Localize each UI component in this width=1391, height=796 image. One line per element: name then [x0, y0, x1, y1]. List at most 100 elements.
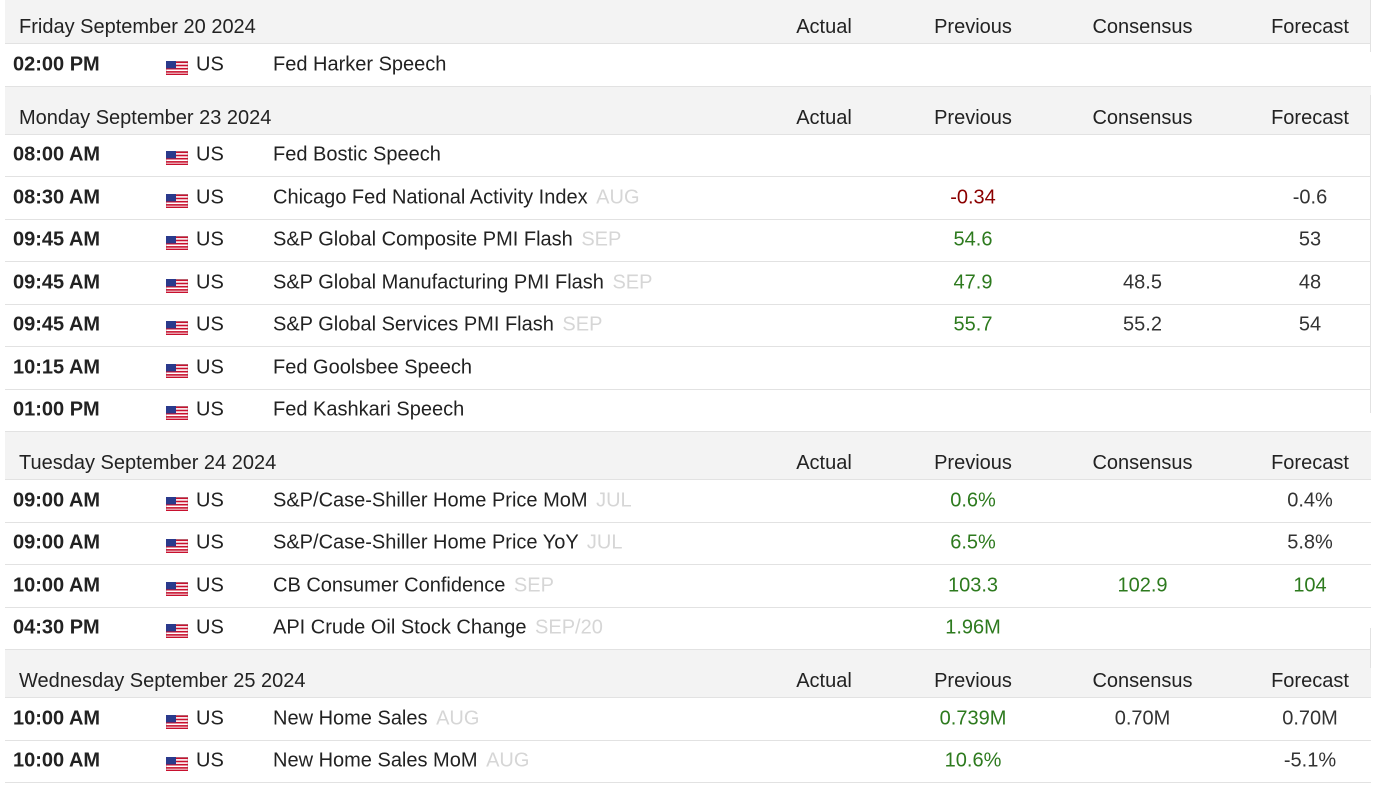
- event-name-link[interactable]: S&P Global Services PMI Flash: [273, 314, 554, 336]
- col-header-consensus[interactable]: Consensus: [1065, 452, 1220, 475]
- event-time: 09:45 AM: [13, 313, 101, 336]
- event-name-link[interactable]: S&P/Case-Shiller Home Price YoY: [273, 532, 578, 554]
- event-name-link[interactable]: S&P/Case-Shiller Home Price MoM: [273, 489, 588, 511]
- col-header-forecast[interactable]: Forecast: [1230, 452, 1390, 475]
- event-name-link[interactable]: Fed Harker Speech: [273, 53, 446, 75]
- event-row[interactable]: 01:00 PM US Fed Kashkari Speech: [5, 389, 1371, 432]
- reference-period: AUG: [596, 186, 640, 209]
- event-time: 10:00 AM: [13, 574, 101, 597]
- event-name-cell: S&P Global Services PMI Flash SEP: [273, 314, 602, 337]
- country-code: US: [196, 271, 224, 294]
- event-name-cell: S&P/Case-Shiller Home Price MoM JUL: [273, 489, 632, 512]
- event-time: 10:00 AM: [13, 707, 101, 730]
- event-row[interactable]: 04:30 PM US API Crude Oil Stock Change SE…: [5, 607, 1371, 650]
- us-flag-icon: [165, 536, 189, 554]
- previous-value: 55.7: [953, 313, 993, 336]
- country-code: US: [196, 616, 224, 639]
- us-flag-icon: [165, 318, 189, 336]
- us-flag-icon: [165, 754, 189, 772]
- reference-period: SEP/20: [535, 616, 603, 639]
- event-time: 04:30 PM: [13, 616, 100, 639]
- col-header-forecast[interactable]: Forecast: [1230, 16, 1390, 39]
- event-name-cell: API Crude Oil Stock Change SEP/20: [273, 617, 603, 640]
- us-flag-icon: [165, 403, 189, 421]
- reference-period: AUG: [436, 707, 480, 730]
- us-flag-icon: [165, 621, 189, 639]
- event-name-cell: S&P Global Manufacturing PMI Flash SEP: [273, 271, 653, 294]
- event-row[interactable]: 10:00 AM US New Home Sales AUG 0.739M 0.70M…: [5, 698, 1371, 741]
- event-name-link[interactable]: S&P Global Manufacturing PMI Flash: [273, 271, 604, 293]
- col-header-actual[interactable]: Actual: [745, 452, 903, 475]
- event-name-cell: New Home Sales MoM AUG: [273, 750, 529, 773]
- event-time: 02:00 PM: [13, 53, 100, 76]
- event-name-link[interactable]: Chicago Fed National Activity Index: [273, 186, 588, 208]
- col-header-forecast[interactable]: Forecast: [1230, 670, 1390, 693]
- event-name-link[interactable]: API Crude Oil Stock Change: [273, 617, 526, 639]
- event-name-cell: CB Consumer Confidence SEP: [273, 574, 554, 597]
- event-row[interactable]: 09:45 AM US S&P Global Composite PMI Flas…: [5, 219, 1371, 262]
- col-header-consensus[interactable]: Consensus: [1065, 670, 1220, 693]
- event-row[interactable]: 10:00 AM US New Home Sales MoM AUG 10.6% -5…: [5, 740, 1371, 783]
- previous-value: 0.739M: [939, 707, 1007, 730]
- col-header-consensus[interactable]: Consensus: [1065, 16, 1220, 39]
- us-flag-icon: [165, 233, 189, 251]
- country-code: US: [196, 228, 224, 251]
- reference-period: SEP: [513, 574, 554, 597]
- us-flag-icon: [165, 148, 189, 166]
- col-header-actual[interactable]: Actual: [745, 107, 903, 130]
- event-row[interactable]: 10:15 AM US Fed Goolsbee Speech: [5, 347, 1371, 390]
- event-time: 08:30 AM: [13, 186, 101, 209]
- forecast-value: 53: [1298, 228, 1322, 251]
- event-name-link[interactable]: Fed Goolsbee Speech: [273, 356, 472, 378]
- us-flag-icon: [165, 276, 189, 294]
- event-row[interactable]: 09:00 AM US S&P/Case-Shiller Home Price Y…: [5, 522, 1371, 565]
- event-row[interactable]: 09:45 AM US S&P Global Manufacturing PMI …: [5, 262, 1371, 305]
- reference-period: JUL: [596, 489, 632, 512]
- country-code: US: [196, 531, 224, 554]
- scrollbar-track[interactable]: [1370, 0, 1391, 796]
- col-header-previous[interactable]: Previous: [895, 107, 1051, 130]
- reference-period: SEP: [612, 271, 653, 294]
- col-header-actual[interactable]: Actual: [745, 16, 903, 39]
- event-name-cell: S&P Global Composite PMI Flash SEP: [273, 229, 621, 252]
- event-name-link[interactable]: New Home Sales MoM: [273, 750, 478, 772]
- col-header-previous[interactable]: Previous: [895, 16, 1051, 39]
- event-name-link[interactable]: Fed Kashkari Speech: [273, 399, 464, 421]
- event-name-cell: New Home Sales AUG: [273, 707, 479, 730]
- consensus-value: 102.9: [1117, 574, 1168, 597]
- forecast-value: 0.4%: [1287, 489, 1333, 512]
- country-code: US: [196, 313, 224, 336]
- forecast-value: 5.8%: [1287, 531, 1333, 554]
- day-header-row: Tuesday September 24 2024 Actual Previous C…: [5, 432, 1371, 480]
- event-time: 09:00 AM: [13, 531, 101, 554]
- col-header-previous[interactable]: Previous: [895, 670, 1051, 693]
- event-row[interactable]: 08:00 AM US Fed Bostic Speech: [5, 134, 1371, 177]
- forecast-value: -0.6: [1292, 186, 1328, 209]
- reference-period: SEP: [562, 313, 603, 336]
- scrollbar-segment: [1370, 95, 1391, 413]
- col-header-actual[interactable]: Actual: [745, 670, 903, 693]
- us-flag-icon: [165, 712, 189, 730]
- event-row[interactable]: 02:00 PM US Fed Harker Speech: [5, 44, 1371, 87]
- event-row[interactable]: 09:00 AM US S&P/Case-Shiller Home Price M…: [5, 480, 1371, 523]
- previous-value: -0.34: [950, 186, 996, 209]
- event-name-link[interactable]: Fed Bostic Speech: [273, 144, 441, 166]
- col-header-consensus[interactable]: Consensus: [1065, 107, 1220, 130]
- event-row[interactable]: 08:30 AM US Chicago Fed National Activity…: [5, 177, 1371, 220]
- country-code: US: [196, 398, 224, 421]
- event-time: 10:00 AM: [13, 749, 101, 772]
- country-code: US: [196, 143, 224, 166]
- event-row[interactable]: 10:00 AM US CB Consumer Confidence SEP 103…: [5, 565, 1371, 608]
- previous-value: 103.3: [947, 574, 999, 597]
- day-date: Monday September 23 2024: [19, 106, 272, 129]
- col-header-previous[interactable]: Previous: [895, 452, 1051, 475]
- event-name-link[interactable]: S&P Global Composite PMI Flash: [273, 229, 573, 251]
- country-code: US: [196, 356, 224, 379]
- col-header-forecast[interactable]: Forecast: [1230, 107, 1390, 130]
- country-code: US: [196, 749, 224, 772]
- event-name-link[interactable]: New Home Sales: [273, 707, 428, 729]
- event-name-link[interactable]: CB Consumer Confidence: [273, 574, 505, 596]
- scrollbar-segment: [1370, 628, 1391, 668]
- consensus-value: 0.70M: [1114, 707, 1171, 730]
- event-row[interactable]: 09:45 AM US S&P Global Services PMI Flash…: [5, 304, 1371, 347]
